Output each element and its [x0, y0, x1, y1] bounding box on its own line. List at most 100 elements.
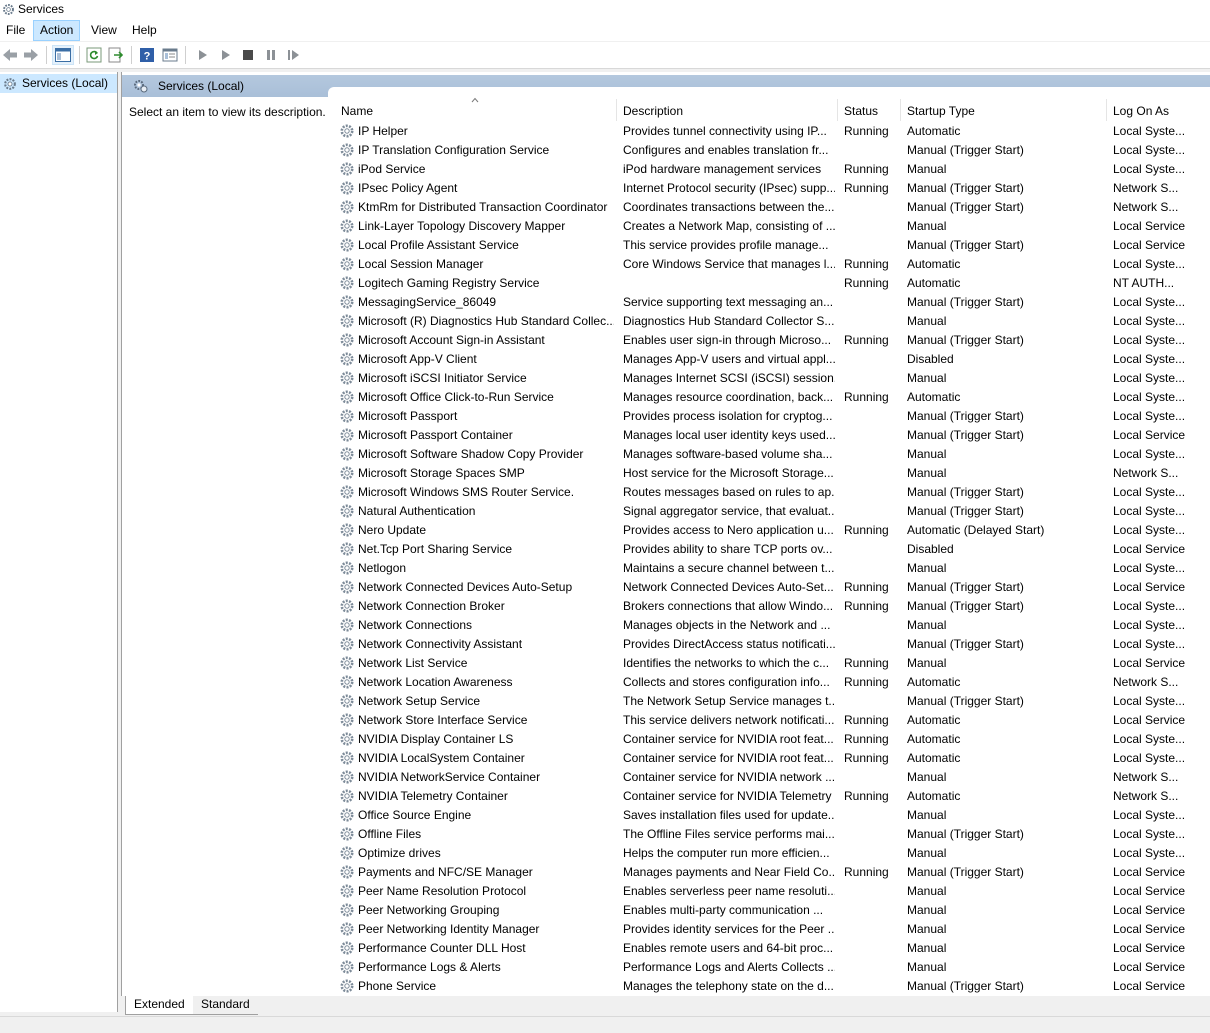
service-gear-icon: [339, 332, 355, 348]
service-description: Provides ability to share TCP ports ov..…: [623, 542, 833, 556]
table-row[interactable]: Nero Update Provides access to Nero appli…: [334, 521, 1210, 540]
service-status: Running: [844, 713, 889, 727]
table-row[interactable]: Natural Authentication Signal aggregator …: [334, 502, 1210, 521]
table-row[interactable]: Optimize drives Helps the computer run mo…: [334, 844, 1210, 863]
table-row[interactable]: Network Store Interface Service This serv…: [334, 711, 1210, 730]
table-row[interactable]: Microsoft Passport Provides process isola…: [334, 407, 1210, 426]
service-name: Netlogon: [358, 561, 407, 575]
service-status: Running: [844, 580, 889, 594]
table-row[interactable]: Peer Networking Identity Manager Provides…: [334, 920, 1210, 939]
table-row[interactable]: Network Connections Manages objects in th…: [334, 616, 1210, 635]
table-row[interactable]: Microsoft Storage Spaces SMP Host service…: [334, 464, 1210, 483]
table-row[interactable]: Logitech Gaming Registry Service Running A…: [334, 274, 1210, 293]
service-name: Network Connections: [358, 618, 473, 632]
table-row[interactable]: Local Session Manager Core Windows Servic…: [334, 255, 1210, 274]
menu-file[interactable]: File: [0, 21, 31, 40]
start-service-icon[interactable]: [193, 45, 213, 65]
service-name: Network Location Awareness: [358, 675, 513, 689]
start-service-alt-icon[interactable]: [216, 45, 236, 65]
service-description: The Offline Files service performs mai..…: [623, 827, 835, 841]
table-row[interactable]: Microsoft (R) Diagnostics Hub Standard C…: [334, 312, 1210, 331]
table-row[interactable]: Microsoft Account Sign-in Assistant Enabl…: [334, 331, 1210, 350]
table-row[interactable]: NVIDIA Display Container LS Container ser…: [334, 730, 1210, 749]
table-row[interactable]: Network Setup Service The Network Setup S…: [334, 692, 1210, 711]
service-description: Coordinates transactions between the...: [623, 200, 835, 214]
column-header-log-on-as[interactable]: Log On As: [1106, 97, 1210, 121]
service-status: Running: [844, 276, 889, 290]
table-row[interactable]: Performance Counter DLL Host Enables remo…: [334, 939, 1210, 958]
table-row[interactable]: Microsoft Windows SMS Router Service. Rou…: [334, 483, 1210, 502]
column-header-description[interactable]: Description: [616, 97, 836, 121]
table-row[interactable]: MessagingService_86049 Service supporting…: [334, 293, 1210, 312]
table-row[interactable]: NVIDIA Telemetry Container Container serv…: [334, 787, 1210, 806]
table-row[interactable]: Network Connectivity Assistant Provides D…: [334, 635, 1210, 654]
table-row[interactable]: Phone Service Manages the telephony state…: [334, 977, 1210, 996]
service-description: Enables user sign-in through Microso...: [623, 333, 832, 347]
service-startup-type: Manual: [907, 846, 947, 860]
service-log-on-as: Network S...: [1113, 466, 1179, 480]
forward-arrow-icon[interactable]: [21, 45, 41, 65]
table-row[interactable]: Local Profile Assistant Service This serv…: [334, 236, 1210, 255]
table-row[interactable]: Peer Name Resolution Protocol Enables ser…: [334, 882, 1210, 901]
table-row[interactable]: Network List Service Identifies the netwo…: [334, 654, 1210, 673]
service-description: Saves installation files used for update…: [623, 808, 835, 822]
column-header-status[interactable]: Status: [837, 97, 899, 121]
back-arrow-icon[interactable]: [0, 45, 20, 65]
table-row[interactable]: Performance Logs & Alerts Performance Log…: [334, 958, 1210, 977]
restart-service-icon[interactable]: [284, 45, 304, 65]
help-icon[interactable]: ?: [137, 45, 157, 65]
table-row[interactable]: NVIDIA NetworkService Container Container…: [334, 768, 1210, 787]
table-row[interactable]: Microsoft iSCSI Initiator Service Manages…: [334, 369, 1210, 388]
tab-standard[interactable]: Standard: [193, 996, 258, 1015]
service-gear-icon: [339, 313, 355, 329]
service-status: Running: [844, 732, 889, 746]
table-row[interactable]: Network Connected Devices Auto-Setup Netw…: [334, 578, 1210, 597]
table-row[interactable]: Microsoft Passport Container Manages loca…: [334, 426, 1210, 445]
table-row[interactable]: Netlogon Maintains a secure channel betwe…: [334, 559, 1210, 578]
pause-service-icon[interactable]: [261, 45, 281, 65]
tab-extended[interactable]: Extended: [125, 996, 194, 1015]
services-gear-icon: [3, 77, 17, 94]
table-row[interactable]: Link-Layer Topology Discovery Mapper Crea…: [334, 217, 1210, 236]
table-row[interactable]: IPsec Policy Agent Internet Protocol secu…: [334, 179, 1210, 198]
table-row[interactable]: IP Helper Provides tunnel connectivity us…: [334, 122, 1210, 141]
table-row[interactable]: Microsoft Office Click-to-Run Service Man…: [334, 388, 1210, 407]
table-row[interactable]: Payments and NFC/SE Manager Manages payme…: [334, 863, 1210, 882]
service-description: This service provides profile manage...: [623, 238, 829, 252]
table-row[interactable]: Network Location Awareness Collects and s…: [334, 673, 1210, 692]
column-header-startup-type[interactable]: Startup Type: [900, 97, 1106, 121]
tree-node-label: Services (Local): [22, 76, 109, 90]
table-row[interactable]: Net.Tcp Port Sharing Service Provides abi…: [334, 540, 1210, 559]
service-status: Running: [844, 675, 889, 689]
menu-view[interactable]: View: [85, 21, 123, 40]
export-list-icon[interactable]: [106, 45, 126, 65]
service-description: Signal aggregator service, that evaluat.…: [623, 504, 835, 518]
table-row[interactable]: iPod Service iPod hardware management ser…: [334, 160, 1210, 179]
service-description: Host service for the Microsoft Storage..…: [623, 466, 834, 480]
service-status: Running: [844, 599, 889, 613]
table-row[interactable]: IP Translation Configuration Service Conf…: [334, 141, 1210, 160]
service-log-on-as: Local Service: [1113, 865, 1186, 879]
table-row[interactable]: Microsoft Software Shadow Copy Provider M…: [334, 445, 1210, 464]
service-gear-icon: [339, 712, 355, 728]
menu-action[interactable]: Action: [33, 20, 81, 41]
service-startup-type: Manual: [907, 922, 947, 936]
window-title: Services: [18, 2, 65, 16]
table-row[interactable]: Peer Networking Grouping Enables multi-pa…: [334, 901, 1210, 920]
table-row[interactable]: Offline Files The Offline Files service p…: [334, 825, 1210, 844]
service-log-on-as: Local Syste...: [1113, 124, 1186, 138]
menu-help[interactable]: Help: [126, 21, 163, 40]
service-log-on-as: Local Syste...: [1113, 143, 1186, 157]
show-hide-console-tree-icon[interactable]: [52, 45, 74, 65]
stop-service-icon[interactable]: [238, 45, 258, 65]
table-row[interactable]: Network Connection Broker Brokers connect…: [334, 597, 1210, 616]
table-row[interactable]: Microsoft App-V Client Manages App-V user…: [334, 350, 1210, 369]
column-header-name[interactable]: Name: [334, 97, 614, 121]
table-row[interactable]: KtmRm for Distributed Transaction Coordi…: [334, 198, 1210, 217]
table-row[interactable]: NVIDIA LocalSystem Container Container se…: [334, 749, 1210, 768]
refresh-icon[interactable]: [84, 45, 104, 65]
tree-node-services-local[interactable]: Services (Local): [0, 74, 117, 93]
properties-icon[interactable]: [160, 45, 180, 65]
table-row[interactable]: Office Source Engine Saves installation f…: [334, 806, 1210, 825]
service-gear-icon: [339, 503, 355, 519]
